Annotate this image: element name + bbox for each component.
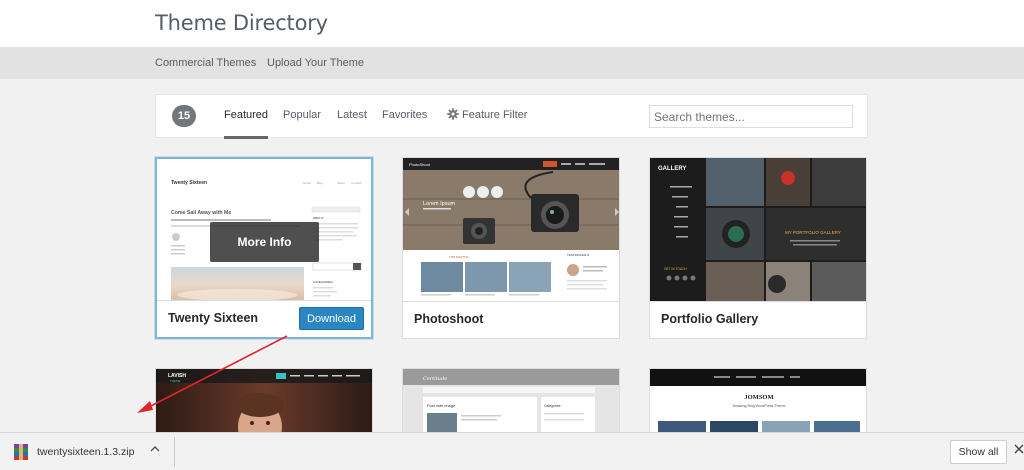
svg-text:TOP PHOTOS: TOP PHOTOS <box>449 255 469 259</box>
theme-screenshot[interactable]: GALLERY GET IN TOUCH MY PORTFOLIO GALLER… <box>650 158 866 302</box>
tab-featured[interactable]: Featured <box>224 109 269 139</box>
svg-text:CATEGORIES: CATEGORIES <box>313 280 332 284</box>
download-button[interactable]: Download <box>299 307 364 330</box>
nav-upload-theme[interactable]: Upload Your Theme <box>267 57 364 69</box>
zip-archive-icon <box>14 444 28 460</box>
svg-text:Blog: Blog <box>317 181 323 185</box>
theme-name-bar: Twenty Sixteen Download <box>157 300 371 337</box>
portfolio-gallery-preview: GALLERY GET IN TOUCH MY PORTFOLIO GALLER… <box>650 158 866 302</box>
tab-latest[interactable]: Latest <box>337 109 367 121</box>
theme-name-bar: Photoshoot <box>403 301 619 338</box>
photoshoot-preview: PhotoShoot Lorem Ipsum TOP PHOTOS TESTIM… <box>403 158 619 302</box>
theme-screenshot[interactable]: Twenty Sixteen Home Blog About Contact C… <box>157 159 371 303</box>
theme-card-twenty-sixteen[interactable]: Twenty Sixteen Home Blog About Contact C… <box>155 157 373 339</box>
preview-menu: Home <box>303 181 311 185</box>
svg-text:Categories: Categories <box>544 404 561 408</box>
preview-post-title: Come Sail Away with Me <box>171 210 231 216</box>
svg-text:Amazing Blog WordPress Theme: Amazing Blog WordPress Theme <box>733 404 786 408</box>
preview-site-title: PhotoShoot <box>409 162 431 167</box>
svg-text:GET IN TOUCH: GET IN TOUCH <box>664 267 687 271</box>
sub-navigation: Commercial Themes Upload Your Theme <box>0 47 1024 79</box>
theme-screenshot[interactable]: PhotoShoot Lorem Ipsum TOP PHOTOS TESTIM… <box>403 158 619 302</box>
svg-text:THEME: THEME <box>170 379 181 383</box>
theme-card-portfolio-gallery[interactable]: GALLERY GET IN TOUCH MY PORTFOLIO GALLER… <box>649 157 867 339</box>
theme-filter-bar: 15 Featured Popular Latest Favorites Fea… <box>155 94 868 139</box>
preview-hero-title: Lorem Ipsum <box>423 201 456 207</box>
feature-filter-toggle[interactable]: Feature Filter <box>462 109 527 121</box>
chevron-up-icon[interactable] <box>150 444 160 454</box>
preview-logo: GALLERY <box>658 166 686 172</box>
theme-name: Portfolio Gallery <box>661 312 759 326</box>
preview-site-title: Twenty Sixteen <box>171 180 207 186</box>
close-icon[interactable] <box>1014 444 1024 454</box>
theme-count-badge: 15 <box>172 105 196 127</box>
theme-name: Photoshoot <box>414 312 484 326</box>
preview-logo: JOMSOM <box>744 394 773 401</box>
more-info-button[interactable]: More Info <box>210 222 319 262</box>
page-header: Theme Directory <box>0 0 1024 47</box>
tab-popular[interactable]: Popular <box>283 109 321 121</box>
svg-text:About: About <box>337 181 345 185</box>
nav-commercial-themes[interactable]: Commercial Themes <box>155 57 256 69</box>
preview-logo: Certitude <box>423 376 447 382</box>
theme-card-photoshoot[interactable]: PhotoShoot Lorem Ipsum TOP PHOTOS TESTIM… <box>402 157 620 339</box>
preview-post-title: Post with image <box>427 403 456 408</box>
page-title: Theme Directory <box>155 11 328 35</box>
svg-text:TESTIMONIALS: TESTIMONIALS <box>567 253 589 257</box>
svg-text:MY PORTFOLIO GALLERY: MY PORTFOLIO GALLERY <box>785 230 841 235</box>
search-themes-input[interactable] <box>649 105 853 128</box>
theme-name-bar: Portfolio Gallery <box>650 301 866 338</box>
gear-icon[interactable] <box>447 108 459 120</box>
tab-favorites[interactable]: Favorites <box>382 109 427 121</box>
divider <box>174 437 175 467</box>
svg-text:Contact: Contact <box>351 181 362 185</box>
svg-text:ABOUT: ABOUT <box>313 216 324 220</box>
downloaded-file-name[interactable]: twentysixteen.1.3.zip <box>37 446 134 458</box>
download-shelf: twentysixteen.1.3.zip Show all <box>0 432 1024 470</box>
theme-name: Twenty Sixteen <box>168 311 259 325</box>
show-all-button[interactable]: Show all <box>950 440 1007 464</box>
